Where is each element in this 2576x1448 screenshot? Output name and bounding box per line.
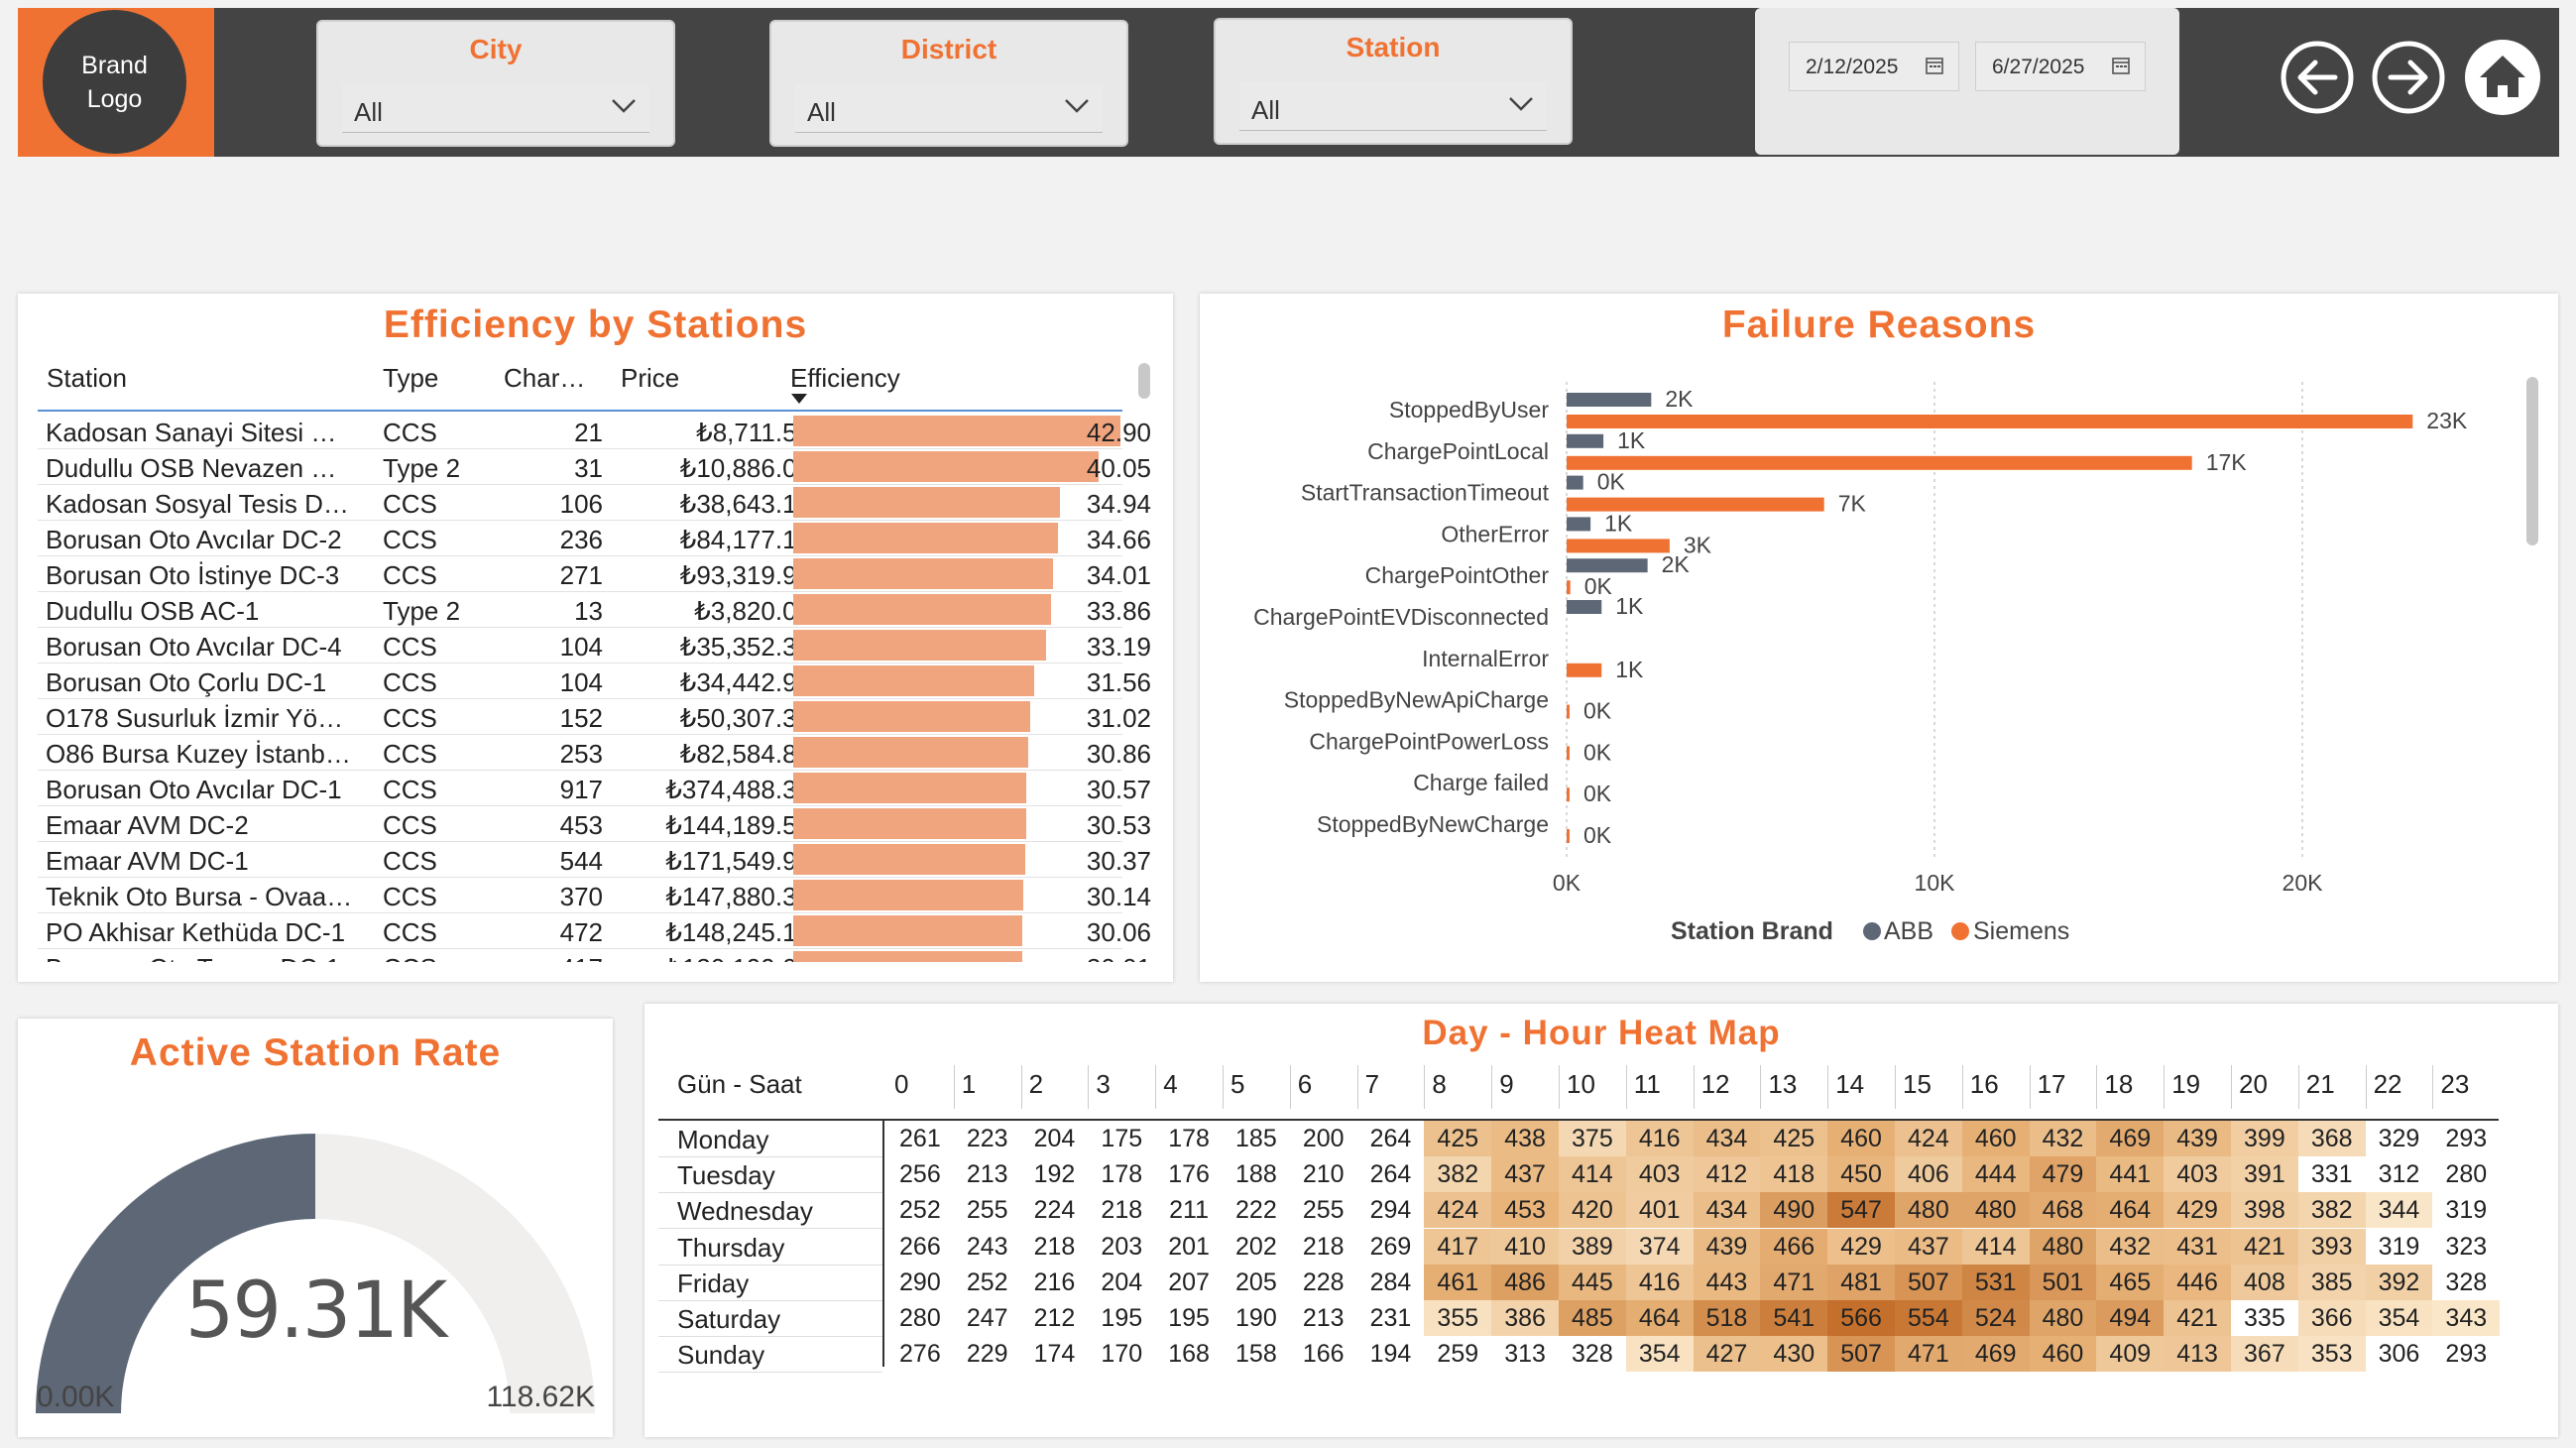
data-label: 23K (2426, 408, 2468, 433)
category-label: StartTransactionTimeout (1301, 480, 1550, 506)
legend-swatch-siemens (1951, 922, 1969, 940)
bar-siemens[interactable] (1567, 539, 1670, 553)
failure-scrollbar[interactable] (2526, 377, 2538, 545)
category-label: ChargePointLocal (1367, 438, 1549, 464)
bar-siemens[interactable] (1567, 704, 1570, 719)
data-label: 0K (1583, 822, 1612, 848)
x-tick-label: 10K (1915, 870, 1956, 896)
gauge-value: 59.31K (184, 1267, 447, 1356)
bar-siemens[interactable] (1567, 787, 1570, 802)
bar-siemens[interactable] (1567, 746, 1570, 761)
data-label: 0K (1584, 573, 1613, 599)
heatmap-title: Day - Hour Heat Map (1422, 1014, 1781, 1052)
bar-abb[interactable] (1567, 517, 1591, 532)
data-label: 1K (1615, 593, 1644, 619)
data-label: 0K (1583, 781, 1612, 806)
bar-siemens[interactable] (1567, 580, 1571, 595)
bar-siemens[interactable] (1567, 663, 1602, 677)
bar-siemens[interactable] (1567, 829, 1570, 843)
data-label: 2K (1662, 551, 1691, 577)
data-label: 7K (1838, 491, 1867, 517)
bar-abb[interactable] (1567, 600, 1602, 614)
data-label: 0K (1583, 698, 1612, 724)
heatmap-card (644, 1004, 2558, 1437)
data-label: 1K (1617, 427, 1646, 453)
gauge-title: Active Station Rate (129, 1031, 502, 1074)
legend-swatch-abb (1863, 922, 1881, 940)
category-label: ChargePointPowerLoss (1309, 728, 1549, 754)
bar-abb[interactable] (1567, 393, 1652, 407)
category-label: ChargePointOther (1365, 562, 1550, 588)
gauge-max: 118.62K (486, 1381, 595, 1413)
data-label: 1K (1604, 510, 1633, 536)
bar-siemens[interactable] (1567, 415, 2413, 428)
failure-chart: 0K 10K 20K StoppedByUser 2K 23K ChargePointLoc… (1253, 382, 2468, 896)
category-label: OtherError (1441, 521, 1549, 546)
bar-siemens[interactable] (1567, 455, 2192, 470)
heatmap-corner-label: Gün - Saat (677, 1069, 802, 1099)
category-label: Charge failed (1413, 770, 1549, 795)
category-label: StoppedByUser (1389, 397, 1549, 422)
data-label: 2K (1665, 386, 1694, 412)
data-label: 0K (1583, 739, 1612, 765)
data-label: 1K (1615, 657, 1644, 682)
bar-abb[interactable] (1567, 475, 1583, 490)
gauge-min: 0.00K (37, 1381, 115, 1413)
bar-abb[interactable] (1567, 433, 1604, 448)
bar-abb[interactable] (1567, 558, 1648, 573)
category-label: StoppedByNewCharge (1317, 811, 1549, 837)
legend-label-abb[interactable]: ABB (1884, 917, 1933, 946)
legend-title: Station Brand (1671, 917, 1833, 945)
category-label: InternalError (1422, 646, 1549, 671)
category-label: ChargePointEVDisconnected (1253, 604, 1549, 630)
data-label: 0K (1597, 469, 1626, 495)
legend-label-siemens[interactable]: Siemens (1973, 917, 2069, 946)
x-tick-label: 0K (1553, 870, 1581, 896)
x-tick-label: 20K (2283, 870, 2324, 896)
gauge-chart (36, 1134, 595, 1413)
category-label: StoppedByNewApiCharge (1284, 687, 1549, 713)
data-label: 17K (2206, 449, 2248, 475)
